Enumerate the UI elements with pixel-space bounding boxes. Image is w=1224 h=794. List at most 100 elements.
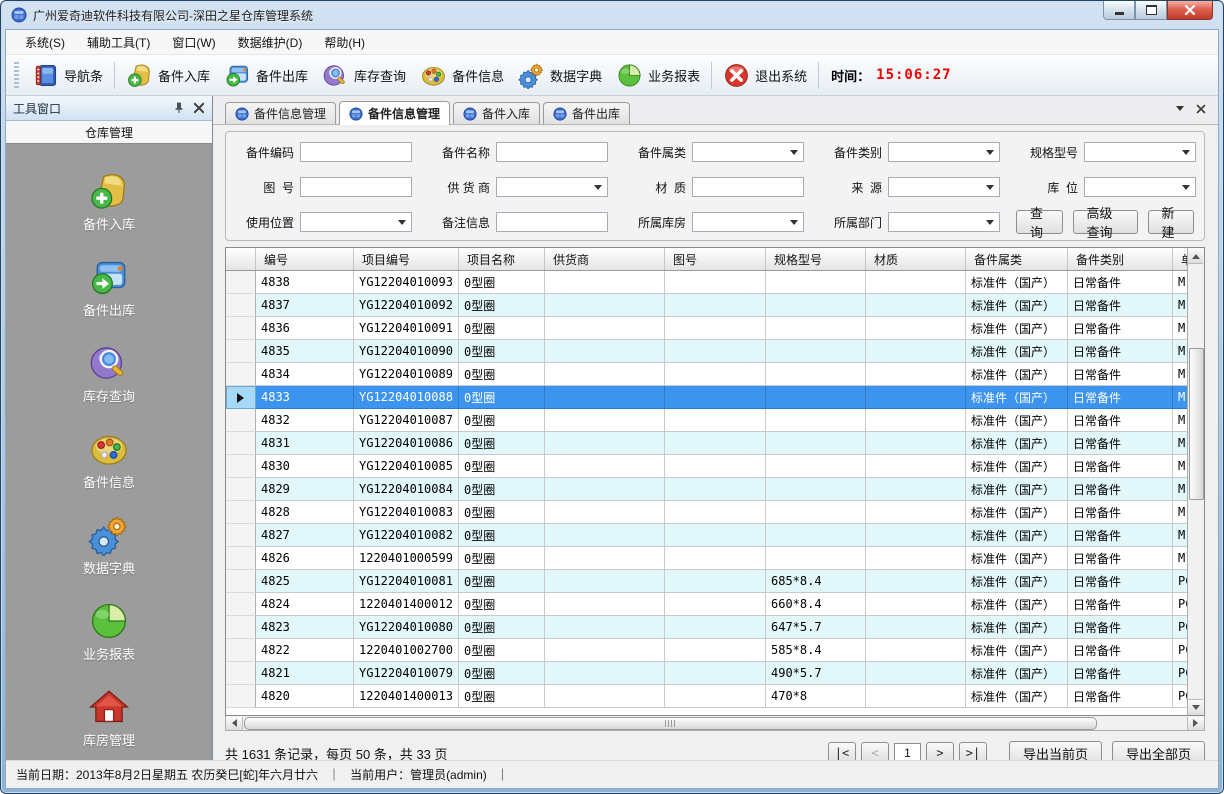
row-selector-cell[interactable] bbox=[226, 501, 256, 524]
table-row[interactable]: 482412204014000120型圈660*8.4标准件（国产）日常备件PC bbox=[226, 593, 1205, 616]
pin-icon[interactable] bbox=[173, 102, 185, 114]
toolbar-button[interactable]: 导航条 bbox=[25, 59, 110, 92]
row-selector-cell[interactable] bbox=[226, 340, 256, 363]
sidebar-item[interactable]: 库存查询 bbox=[83, 342, 135, 405]
table-row[interactable]: 482012204014000130型圈470*8标准件（国产）日常备件PC bbox=[226, 685, 1205, 708]
scroll-right-icon[interactable] bbox=[1187, 717, 1204, 730]
search-select[interactable] bbox=[888, 142, 1000, 162]
table-row[interactable]: 4825YG122040100810型圈685*8.4标准件（国产）日常备件PC bbox=[226, 570, 1205, 593]
column-header[interactable]: 图号 bbox=[665, 248, 766, 270]
column-header[interactable]: 材质 bbox=[866, 248, 966, 270]
table-row[interactable]: 4827YG122040100820型圈标准件（国产）日常备件M bbox=[226, 524, 1205, 547]
table-row[interactable]: 4830YG122040100850型圈标准件（国产）日常备件M bbox=[226, 455, 1205, 478]
column-header[interactable]: 项目名称 bbox=[459, 248, 545, 270]
sidebar-item[interactable]: 数据字典 bbox=[83, 514, 135, 577]
tab-close-icon[interactable] bbox=[1196, 104, 1206, 114]
minimize-button[interactable] bbox=[1103, 1, 1135, 20]
menu-item[interactable]: 帮助(H) bbox=[313, 31, 376, 54]
maximize-button[interactable] bbox=[1135, 1, 1167, 20]
tab-3[interactable]: 备件入库 bbox=[453, 102, 540, 124]
row-selector-cell[interactable] bbox=[226, 639, 256, 662]
menu-item[interactable]: 数据维护(D) bbox=[227, 31, 314, 54]
tab-2[interactable]: 备件信息管理 bbox=[339, 101, 450, 125]
row-selector-cell[interactable] bbox=[226, 478, 256, 501]
search-select[interactable] bbox=[692, 142, 804, 162]
table-row[interactable]: 482612204010005990型圈标准件（国产）日常备件M bbox=[226, 547, 1205, 570]
scroll-down-icon[interactable] bbox=[1188, 699, 1203, 715]
row-selector-cell[interactable] bbox=[226, 386, 256, 409]
table-row[interactable]: 4828YG122040100830型圈标准件（国产）日常备件M bbox=[226, 501, 1205, 524]
tab-1[interactable]: 备件信息管理 bbox=[225, 102, 336, 124]
column-header[interactable]: 备件类别 bbox=[1068, 248, 1173, 270]
row-selector-cell[interactable] bbox=[226, 593, 256, 616]
table-row[interactable]: 4836YG122040100910型圈标准件（国产）日常备件M bbox=[226, 317, 1205, 340]
column-header[interactable]: 项目编号 bbox=[354, 248, 459, 270]
vertical-scrollbar[interactable] bbox=[1187, 248, 1204, 715]
table-row[interactable]: 4823YG122040100800型圈647*5.7标准件（国产）日常备件PC bbox=[226, 616, 1205, 639]
sidebar-item[interactable]: 业务报表 bbox=[83, 600, 135, 663]
sidebar-item[interactable]: 库房管理 bbox=[83, 686, 135, 749]
column-header[interactable]: 备件属类 bbox=[966, 248, 1068, 270]
table-row[interactable]: 4835YG122040100900型圈标准件（国产）日常备件M bbox=[226, 340, 1205, 363]
vertical-scroll-thumb[interactable] bbox=[1189, 348, 1204, 500]
table-row[interactable]: 4832YG122040100870型圈标准件（国产）日常备件M bbox=[226, 409, 1205, 432]
table-row[interactable]: 4837YG122040100920型圈标准件（国产）日常备件M bbox=[226, 294, 1205, 317]
chevron-down-icon[interactable] bbox=[1176, 106, 1184, 115]
table-row[interactable]: 4834YG122040100890型圈标准件（国产）日常备件M bbox=[226, 363, 1205, 386]
scroll-up-icon[interactable] bbox=[1188, 248, 1203, 264]
sidebar-item[interactable]: 备件入库 bbox=[83, 170, 135, 233]
search-select[interactable] bbox=[692, 212, 804, 232]
panel-close-icon[interactable] bbox=[193, 102, 205, 114]
row-selector-cell[interactable] bbox=[226, 317, 256, 340]
toolbar-button[interactable]: 数据字典 bbox=[511, 59, 609, 92]
column-header[interactable]: 规格型号 bbox=[766, 248, 866, 270]
column-header[interactable]: 供货商 bbox=[545, 248, 665, 270]
search-select[interactable] bbox=[888, 212, 1000, 232]
search-select[interactable] bbox=[888, 177, 1000, 197]
search-input[interactable] bbox=[300, 142, 412, 162]
sidebar-item[interactable]: 备件信息 bbox=[83, 428, 135, 491]
toolbar-grip[interactable] bbox=[14, 62, 19, 88]
toolbar-button[interactable]: 备件出库 bbox=[217, 59, 315, 92]
close-button[interactable] bbox=[1167, 1, 1213, 20]
menu-item[interactable]: 窗口(W) bbox=[161, 31, 226, 54]
table-row[interactable]: 4833YG122040100880型圈标准件（国产）日常备件M bbox=[226, 386, 1205, 409]
sidebar-group-title[interactable]: 仓库管理 bbox=[6, 121, 212, 144]
table-row[interactable]: 4838YG122040100930型圈标准件（国产）日常备件M bbox=[226, 271, 1205, 294]
row-selector-cell[interactable] bbox=[226, 685, 256, 708]
row-selector-cell[interactable] bbox=[226, 432, 256, 455]
horizontal-scrollbar[interactable] bbox=[225, 716, 1205, 731]
search-input[interactable] bbox=[496, 142, 608, 162]
sidebar-item[interactable]: 备件出库 bbox=[83, 256, 135, 319]
search-select[interactable] bbox=[496, 177, 608, 197]
advanced-query-button[interactable]: 高级查询 bbox=[1073, 210, 1138, 234]
search-select[interactable] bbox=[300, 212, 412, 232]
title-bar[interactable]: 广州爱奇迪软件科技有限公司-深田之星仓库管理系统 bbox=[1, 1, 1223, 29]
scroll-left-icon[interactable] bbox=[226, 717, 243, 730]
row-selector-cell[interactable] bbox=[226, 662, 256, 685]
toolbar-button[interactable]: 业务报表 bbox=[609, 59, 707, 92]
row-selector-cell[interactable] bbox=[226, 570, 256, 593]
row-selector-cell[interactable] bbox=[226, 455, 256, 478]
toolbar-button[interactable]: 退出系统 bbox=[716, 59, 814, 92]
row-selector-cell[interactable] bbox=[226, 616, 256, 639]
table-row[interactable]: 482212204010027000型圈585*8.4标准件（国产）日常备件PC bbox=[226, 639, 1205, 662]
toolbar-button[interactable]: 库存查询 bbox=[315, 59, 413, 92]
table-row[interactable]: 4821YG122040100790型圈490*5.7标准件（国产）日常备件PC bbox=[226, 662, 1205, 685]
tab-4[interactable]: 备件出库 bbox=[543, 102, 630, 124]
horizontal-scroll-thumb[interactable] bbox=[244, 717, 1097, 730]
table-row[interactable]: 4831YG122040100860型圈标准件（国产）日常备件M bbox=[226, 432, 1205, 455]
table-row[interactable]: 4829YG122040100840型圈标准件（国产）日常备件M bbox=[226, 478, 1205, 501]
row-selector-cell[interactable] bbox=[226, 409, 256, 432]
column-header[interactable]: 编号 bbox=[256, 248, 354, 270]
search-input[interactable] bbox=[692, 177, 804, 197]
row-selector-header[interactable] bbox=[226, 248, 256, 270]
menu-item[interactable]: 系统(S) bbox=[14, 31, 76, 54]
row-selector-cell[interactable] bbox=[226, 294, 256, 317]
row-selector-cell[interactable] bbox=[226, 524, 256, 547]
search-input[interactable] bbox=[496, 212, 608, 232]
menu-item[interactable]: 辅助工具(T) bbox=[76, 31, 161, 54]
row-selector-cell[interactable] bbox=[226, 271, 256, 294]
toolbar-button[interactable]: 备件信息 bbox=[413, 59, 511, 92]
toolbar-button[interactable]: 备件入库 bbox=[119, 59, 217, 92]
